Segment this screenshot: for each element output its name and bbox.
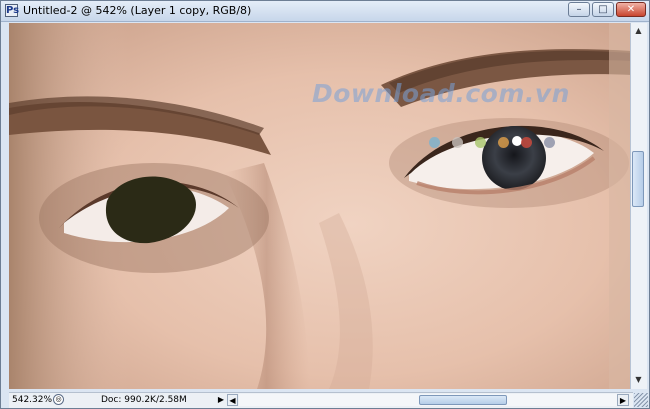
scroll-down-arrow-icon[interactable]: ▼ bbox=[632, 373, 645, 386]
watermark-dot bbox=[498, 137, 509, 148]
watermark-text: Download.com.vn bbox=[312, 79, 570, 108]
face-closeup-image bbox=[9, 23, 632, 389]
vertical-scroll-thumb[interactable] bbox=[632, 151, 644, 207]
horizontal-scroll-thumb[interactable] bbox=[419, 395, 507, 405]
maximize-button[interactable]: □ bbox=[592, 2, 614, 17]
vertical-scrollbar[interactable]: ▲ ▼ bbox=[630, 23, 647, 389]
scroll-right-arrow-icon[interactable]: ▶ bbox=[617, 394, 629, 406]
scroll-up-arrow-icon[interactable]: ▲ bbox=[632, 24, 645, 37]
zoom-level-field[interactable]: 542.32% bbox=[12, 394, 52, 406]
watermark-dot bbox=[475, 137, 486, 148]
photoshop-document-icon: Ps bbox=[5, 4, 20, 17]
resize-grip-icon[interactable] bbox=[634, 393, 648, 407]
window-title: Untitled-2 @ 542% (Layer 1 copy, RGB/8) bbox=[23, 4, 252, 17]
watermark-dot bbox=[521, 137, 532, 148]
minimize-button[interactable]: – bbox=[568, 2, 590, 17]
status-menu-arrow-icon[interactable]: ▶ bbox=[216, 394, 226, 405]
watermark-dot bbox=[452, 137, 463, 148]
title-bar[interactable]: Ps Untitled-2 @ 542% (Layer 1 copy, RGB/… bbox=[1, 1, 649, 22]
horizontal-scroll-track[interactable] bbox=[239, 394, 617, 406]
document-window: Ps Untitled-2 @ 542% (Layer 1 copy, RGB/… bbox=[0, 0, 650, 409]
scroll-left-arrow-icon[interactable]: ◀ bbox=[227, 394, 238, 406]
zoom-options-icon[interactable]: ◎ bbox=[53, 394, 64, 405]
watermark-dot bbox=[544, 137, 555, 148]
window-controls: – □ ✕ bbox=[566, 2, 646, 19]
image-canvas[interactable]: Download.com.vn bbox=[9, 23, 632, 389]
status-bar: 542.32% ◎ Doc: 990.2K/2.58M ▶ ◀ ▶ bbox=[9, 392, 633, 408]
watermark-dot bbox=[429, 137, 440, 148]
close-button[interactable]: ✕ bbox=[616, 2, 646, 17]
document-size-info: Doc: 990.2K/2.58M bbox=[101, 395, 187, 405]
watermark-dots bbox=[429, 137, 567, 148]
